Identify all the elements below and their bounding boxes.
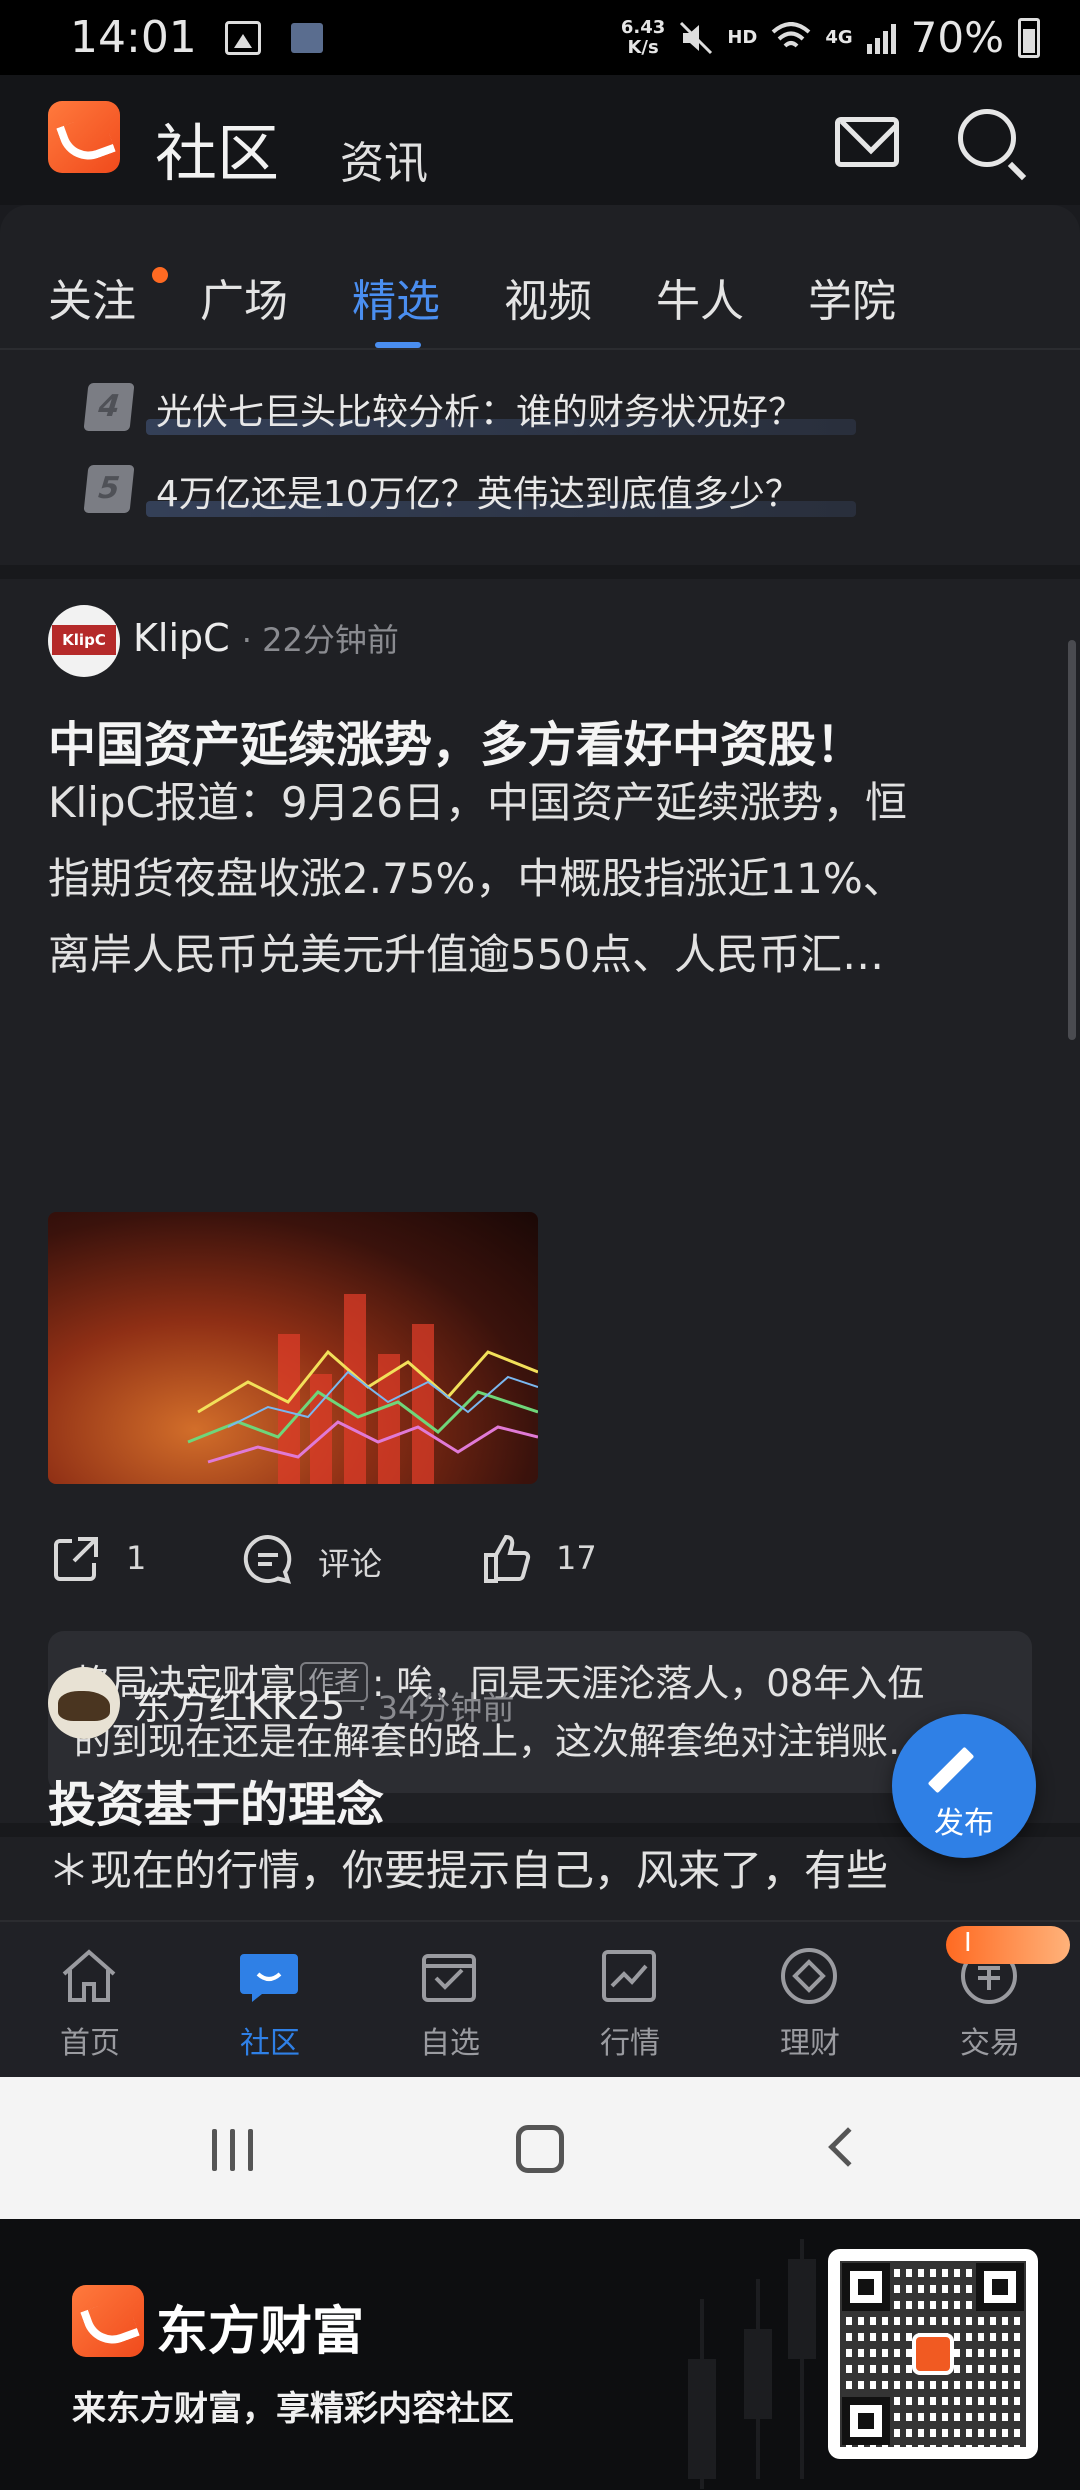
mail-icon[interactable] — [835, 117, 899, 167]
system-nav-bar — [0, 2077, 1080, 2219]
wifi-icon — [772, 21, 811, 47]
battery-percent: 70% — [910, 13, 1004, 62]
gallery-notification-icon — [224, 20, 261, 55]
news-link[interactable]: 资讯 — [340, 127, 428, 191]
home-button[interactable] — [516, 2125, 564, 2173]
like-icon[interactable] — [482, 1533, 534, 1585]
share-count[interactable]: 1 — [126, 1539, 146, 1577]
active-tab-indicator — [375, 342, 421, 348]
brand-logo — [72, 2285, 144, 2357]
section-divider — [0, 565, 1080, 579]
qr-logo-icon — [912, 2333, 954, 2375]
brand-name: 东方财富 — [156, 2302, 365, 2362]
feed-tabs: 关注 广场 精选 视频 牛人 学院 — [0, 205, 1080, 350]
finance-icon — [781, 1948, 837, 2004]
watchlist-icon — [422, 1954, 476, 2002]
pen-icon — [927, 1746, 975, 1794]
tab-video[interactable]: 视频 — [504, 265, 592, 329]
market-icon — [602, 1950, 656, 2002]
status-bar: 14:01 6.43 K/s HD 4G 70% — [0, 0, 1080, 75]
publish-label: 发布 — [934, 1806, 994, 1841]
post-excerpt[interactable]: KlipC报道：9月26日，中国资产延续涨势，恒 指期货夜盘收涨2.75%，中概… — [48, 765, 1038, 993]
post-image[interactable] — [48, 1212, 538, 1484]
share-icon[interactable] — [50, 1533, 102, 1585]
post-actions: 1 评论 17 — [0, 1525, 1080, 1595]
promo-banner: 东方财富 来东方财富，享精彩内容社区 — [0, 2219, 1080, 2490]
hd-indicator: HD — [727, 27, 758, 48]
nav-label: 首页 — [60, 2026, 120, 2061]
excerpt-line: ＊现在的行情，你要提示自己，风来了，有些 — [48, 1846, 889, 1895]
like-count[interactable]: 17 — [556, 1539, 597, 1577]
excerpt-line: 离岸人民币兑美元升值逾550点、人民币汇… — [48, 930, 885, 979]
nav-watchlist[interactable]: 自选 — [360, 1922, 540, 2079]
author-name[interactable]: 东方红KK25 — [133, 1684, 345, 1728]
author-name[interactable]: KlipC — [133, 616, 230, 660]
nav-market[interactable]: 行情 — [540, 1922, 720, 2079]
rank-badge: 5 — [83, 465, 135, 513]
network-type: 4G — [825, 27, 853, 48]
tab-featured[interactable]: 精选 — [352, 265, 440, 329]
ranking-item[interactable]: 5 4万亿还是10万亿？英伟达到底值多少？ — [83, 457, 866, 521]
badge-text: I — [964, 1928, 972, 1958]
post-author[interactable]: 东方红KK25 · 34分钟前 — [133, 1675, 514, 1730]
unread-dot — [152, 267, 168, 283]
nav-label: 社区 — [240, 2026, 300, 2061]
app-notification-icon — [290, 22, 323, 53]
nav-finance[interactable]: 理财 — [720, 1922, 900, 2079]
network-speed-value: 6.43 — [620, 16, 666, 38]
post-time: · 34分钟前 — [357, 1689, 515, 1727]
post-title[interactable]: 投资基于的理念 — [48, 1765, 384, 1835]
mute-icon — [680, 21, 713, 54]
signal-icon — [866, 23, 896, 54]
comment-label[interactable]: 评论 — [318, 1539, 382, 1585]
app-logo — [48, 101, 120, 173]
nav-home[interactable]: 首页 — [0, 1922, 180, 2079]
avatar[interactable] — [48, 605, 120, 677]
nav-label: 行情 — [600, 2026, 660, 2061]
home-icon — [62, 1949, 116, 2002]
network-speed-unit: K/s — [627, 36, 659, 58]
brand-slogan: 来东方财富，享精彩内容社区 — [72, 2389, 514, 2429]
battery-icon — [1018, 17, 1040, 58]
qr-code — [828, 2249, 1038, 2459]
app-header: 社区 资讯 — [0, 75, 1080, 205]
bottom-nav: 首页 社区 自选 行情 理财 交易 — [0, 1920, 1080, 2077]
nav-community[interactable]: 社区 — [180, 1922, 360, 2079]
status-time: 14:01 — [70, 12, 197, 63]
scrollbar[interactable] — [1068, 640, 1076, 1040]
rank-badge: 4 — [83, 383, 135, 431]
tab-square[interactable]: 广场 — [200, 265, 288, 329]
ranking-item[interactable]: 4 光伏七巨头比较分析：谁的财务状况好？ — [83, 375, 866, 439]
trade-promo-badge[interactable]: I — [946, 1926, 1070, 1964]
excerpt-line: KlipC报道：9月26日，中国资产延续涨势，恒 — [48, 778, 908, 827]
publish-button[interactable]: 发布 — [892, 1714, 1036, 1858]
excerpt-line: 指期货夜盘收涨2.75%，中概股指涨近11%、 — [48, 854, 905, 903]
ranking-title: 4万亿还是10万亿？英伟达到底值多少？ — [156, 474, 801, 515]
recent-apps-button[interactable] — [212, 2129, 258, 2171]
nav-label: 理财 — [780, 2026, 840, 2061]
comment-icon[interactable] — [242, 1533, 294, 1585]
back-button[interactable] — [828, 2127, 868, 2167]
network-speed: 6.43 K/s — [620, 16, 666, 58]
post-author[interactable]: KlipC · 22分钟前 — [133, 615, 399, 661]
ranking-title: 光伏七巨头比较分析：谁的财务状况好？ — [156, 392, 805, 433]
avatar[interactable] — [48, 1667, 120, 1739]
feed-panel[interactable]: 关注 广场 精选 视频 牛人 学院 4 光伏七巨头比较分析：谁的财务状况好？ 5… — [0, 205, 1080, 1920]
tab-academy[interactable]: 学院 — [808, 265, 896, 329]
search-icon[interactable] — [958, 109, 1016, 167]
nav-label: 自选 — [420, 2026, 480, 2061]
page-title: 社区 — [155, 117, 280, 190]
tab-experts[interactable]: 牛人 — [656, 265, 744, 329]
post-excerpt[interactable]: ＊现在的行情，你要提示自己，风来了，有些 — [48, 1833, 1038, 1909]
post-time: · 22分钟前 — [241, 621, 399, 659]
nav-label: 交易 — [960, 2026, 1020, 2061]
community-icon — [240, 1954, 298, 2002]
tab-following[interactable]: 关注 — [48, 265, 136, 329]
